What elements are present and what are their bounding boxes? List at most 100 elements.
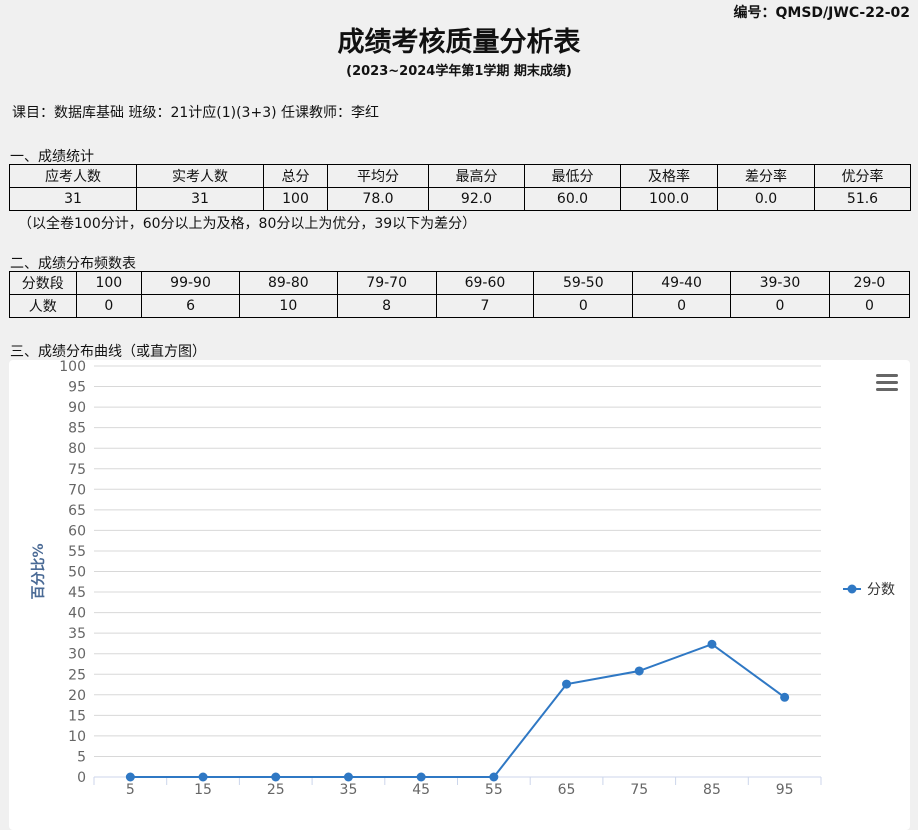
statistics-value-cell: 51.6 [814,187,911,211]
x-tick-label: 65 [558,782,576,798]
statistics-header-cell: 总分 [263,164,328,188]
distribution-row-label: 人数 [9,294,77,318]
y-tick-label: 65 [68,503,86,519]
data-point [489,772,499,782]
teacher-name: 任课教师：李红 [276,105,380,121]
data-point [125,772,135,782]
distribution-count-cell: 8 [336,294,437,318]
y-tick-label: 70 [68,482,86,498]
x-tick-label: 15 [194,782,212,798]
y-tick-label: 95 [68,380,86,396]
x-tick-label: 35 [340,782,358,798]
statistics-header-cell: 实考人数 [136,164,264,188]
chart-svg: 0 5 10 15 20 25 30 35 40 45 50 55 60 65 70 75 80 85 90 95 10… [30,360,895,798]
x-tick-label: 85 [703,782,721,798]
y-tick-label: 35 [68,626,86,642]
distribution-count-cell: 10 [238,294,338,318]
statistics-value-cell: 0.0 [717,187,815,211]
statistics-value-cell: 78.0 [327,187,429,211]
y-tick-label: 5 [77,749,86,765]
page-subtitle: (2023~2024学年第1学期 期末成绩) [346,64,572,79]
statistics-table: 应考人数 实考人数 总分 平均分 最高分 最低分 及格率 差分率 优分率 31 31 100 78.0… [9,164,911,211]
page-title: 成绩考核质量分析表 [337,27,581,58]
statistics-header-cell: 差分率 [717,164,815,188]
data-point [634,666,644,676]
y-tick-label: 80 [68,441,86,457]
y-tick-label: 25 [68,667,86,683]
data-point [707,639,717,649]
distribution-count-cell: 0 [730,294,830,318]
score-distribution-chart: 0 5 10 15 20 25 30 35 40 45 50 55 60 65 70 75 80 85 90 95 10… [9,360,910,830]
distribution-range-row: 分数段 100 99-90 89-80 79-70 69-60 59-50 49-40 39-3… [9,271,911,295]
legend-marker [847,584,857,594]
x-tick-label: 55 [485,782,503,798]
data-point [343,772,353,782]
statistics-header-cell: 及格率 [620,164,718,188]
legend-label: 分数 [867,582,895,598]
y-tick-label: 60 [68,523,86,539]
distribution-range-cell: 59-50 [533,271,634,295]
distribution-count-cell: 7 [435,294,535,318]
x-tick-label: 75 [630,782,648,798]
statistics-header-cell: 应考人数 [9,164,137,188]
distribution-count-cell: 0 [632,294,731,318]
statistics-value-row: 31 31 100 78.0 92.0 60.0 100.0 0.0 51.6 [9,187,911,211]
distribution-range-cell: 29-0 [828,271,911,295]
data-point [780,692,790,702]
y-tick-label: 90 [68,400,86,416]
distribution-range-cell: 79-70 [336,271,437,295]
statistics-header-cell: 优分率 [814,164,911,188]
data-point [271,772,281,782]
data-point [562,679,572,689]
statistics-header-cell: 最低分 [524,164,621,188]
y-tick-label: 50 [68,565,86,581]
statistics-header-row: 应考人数 实考人数 总分 平均分 最高分 最低分 及格率 差分率 优分率 [9,164,911,188]
distribution-count-cell: 6 [141,294,240,318]
form-code: 编号：QMSD/JWC-22-02 [733,5,910,21]
y-tick-label: 85 [68,421,86,437]
y-axis-label: 百分比% [30,543,47,599]
y-tick-label: 55 [68,544,86,560]
x-tick-label: 5 [126,782,135,798]
y-tick-label: 75 [68,462,86,478]
section-title-distribution: 二、成绩分布频数表 [10,256,136,272]
statistics-value-cell: 60.0 [524,187,621,211]
data-point [198,772,208,782]
distribution-range-cell: 89-80 [238,271,338,295]
course-info: 课目：数据库基础 班级：21计应(1)(3+3) 任课教师：李红 [12,102,379,122]
x-tick-label: 25 [267,782,285,798]
data-point [416,772,426,782]
statistics-header-cell: 平均分 [327,164,429,188]
y-tick-label: 30 [68,647,86,663]
y-tick-label: 40 [68,606,86,622]
statistics-value-cell: 100.0 [620,187,718,211]
distribution-count-row: 人数 0 6 10 8 7 0 0 0 0 [9,294,911,318]
statistics-value-cell: 31 [9,187,137,211]
section-title-statistics: 一、成绩统计 [10,149,94,165]
statistics-header-cell: 最高分 [428,164,525,188]
x-tick-label: 95 [776,782,794,798]
y-tick-label: 20 [68,688,86,704]
distribution-range-cell: 49-40 [632,271,731,295]
statistics-value-cell: 100 [263,187,328,211]
scoring-note: （以全卷100分计，60分以上为及格，80分以上为优分，39以下为差分） [18,216,477,232]
distribution-range-cell: 99-90 [141,271,240,295]
distribution-range-cell: 69-60 [435,271,535,295]
y-tick-label: 10 [68,729,86,745]
y-tick-label: 100 [59,360,86,375]
section-title-curve: 三、成绩分布曲线（或直方图） [10,344,206,360]
distribution-count-cell: 0 [533,294,634,318]
distribution-count-cell: 0 [75,294,143,318]
x-tick-label: 45 [412,782,430,798]
distribution-table: 分数段 100 99-90 89-80 79-70 69-60 59-50 49-40 39-3… [9,271,911,318]
distribution-count-cell: 0 [828,294,911,318]
class-name: 班级：21计应(1)(3+3) [124,105,277,121]
statistics-value-cell: 31 [136,187,264,211]
y-tick-label: 45 [68,585,86,601]
distribution-range-cell: 100 [75,271,143,295]
distribution-range-cell: 39-30 [730,271,830,295]
chart-menu-icon[interactable] [876,374,898,392]
y-tick-label: 15 [68,708,86,724]
distribution-row-label: 分数段 [9,271,77,295]
series-line [130,643,786,778]
